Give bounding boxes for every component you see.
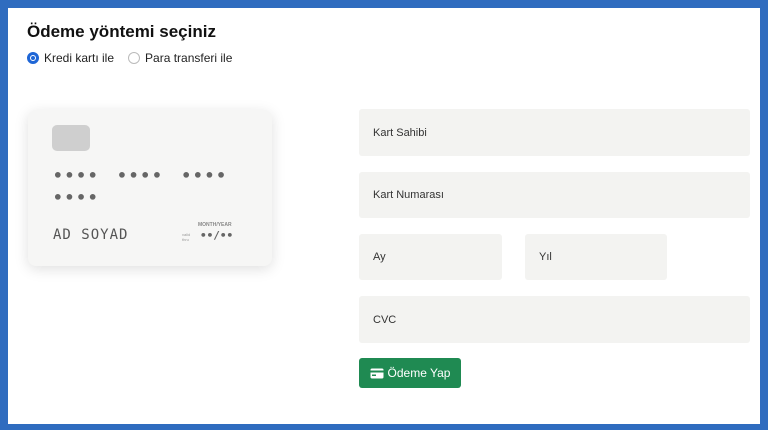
card-expiry-preview: ••/•• [200,229,234,242]
page-title: Ödeme yöntemi seçiniz [27,22,216,41]
card-owner-field[interactable]: Kart Sahibi [359,109,750,156]
expiry-year-field[interactable]: Yıl [525,234,667,280]
expiry-month-placeholder: Ay [373,251,386,263]
payment-method-bank-transfer[interactable]: Para transferi ile [128,51,232,65]
card-owner-placeholder: Kart Sahibi [373,126,427,139]
cvc-field[interactable]: CVC [359,296,750,343]
card-chip-icon [52,125,90,151]
card-number-preview: •••• •••• •••• •••• [53,166,228,207]
payment-method-credit-card[interactable]: Kredi kartı ile [27,51,114,65]
expiry-year-placeholder: Yıl [539,251,552,263]
payment-method-group: Kredi kartı ile Para transferi ile [27,51,246,65]
card-number-placeholder: Kart Numarası [373,189,444,201]
credit-card-icon [370,368,384,379]
card-valid-thru-label: valid thru [182,232,191,242]
submit-payment-button[interactable]: Ödeme Yap [359,358,461,388]
radio-credit-card-label: Kredi kartı ile [44,51,115,65]
payment-panel: Ödeme yöntemi seçiniz Kredi kartı ile Pa… [8,8,760,424]
card-month-year-label: MONTH/YEAR [198,222,232,228]
expiry-month-field[interactable]: Ay [359,234,502,280]
radio-credit-card[interactable] [27,52,39,64]
radio-bank-transfer-label: Para transferi ile [145,51,233,65]
radio-bank-transfer[interactable] [128,52,141,64]
card-holder-preview: AD SOYAD [53,227,129,243]
card-number-field[interactable]: Kart Numarası [359,172,750,218]
card-preview: •••• •••• •••• •••• AD SOYAD MONTH/YEAR … [28,110,272,266]
submit-payment-label: Ödeme Yap [387,366,451,380]
cvc-placeholder: CVC [373,313,397,326]
